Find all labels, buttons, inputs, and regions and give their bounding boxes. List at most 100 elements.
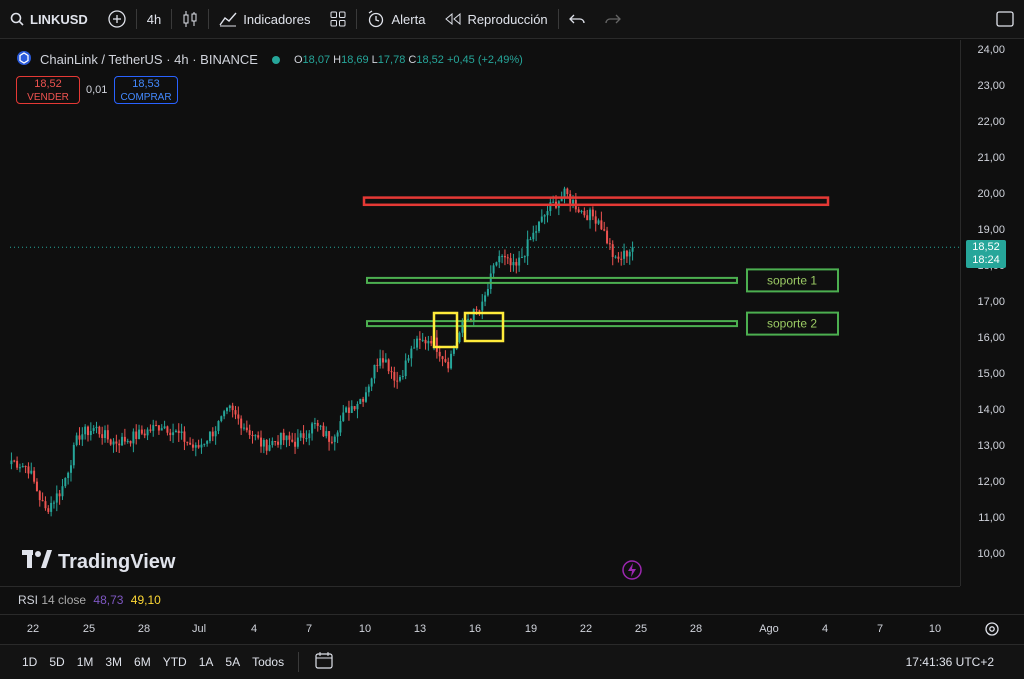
sell-button[interactable]: 18,52 VENDER xyxy=(16,76,80,104)
candle xyxy=(206,439,209,447)
candle xyxy=(373,364,376,384)
buy-button[interactable]: 18,53 COMPRAR xyxy=(114,76,178,104)
range-button[interactable]: 1M xyxy=(71,655,100,669)
interval-button[interactable]: 4h xyxy=(137,0,171,38)
candle-body xyxy=(342,412,345,422)
candle-body xyxy=(257,435,260,438)
fullscreen-button[interactable] xyxy=(986,0,1024,38)
candle xyxy=(33,467,36,484)
candle xyxy=(194,442,197,457)
clock[interactable]: 17:41:36 UTC+2 xyxy=(900,655,1024,669)
candle-body xyxy=(13,460,16,462)
candle xyxy=(225,407,228,415)
candle-body xyxy=(24,465,27,467)
alert-button[interactable]: Alerta xyxy=(357,0,435,38)
candle-body xyxy=(143,433,146,436)
rsi-pane[interactable]: RSI 14 close 48,73 49,10 xyxy=(0,586,960,615)
compare-button[interactable] xyxy=(98,0,136,38)
range-button[interactable]: 1D xyxy=(16,655,43,669)
candle-body xyxy=(430,340,433,344)
undo-button[interactable] xyxy=(559,0,595,38)
range-button[interactable]: YTD xyxy=(157,655,193,669)
time-axis[interactable]: 22 25 28 Jul 4 7 10 13 16 19 22 25 28 Ago 4 7 10 xyxy=(0,614,1024,643)
price-tick-label: 17,00 xyxy=(977,296,1005,308)
candle-body xyxy=(308,433,311,439)
candle xyxy=(72,442,75,469)
candle xyxy=(311,421,314,441)
lightning-icon[interactable] xyxy=(622,560,642,585)
range-button[interactable]: 3M xyxy=(99,655,128,669)
candle xyxy=(342,404,345,422)
candle-body xyxy=(95,426,98,429)
candle-body xyxy=(458,332,461,343)
candle xyxy=(58,490,61,505)
candle xyxy=(285,435,288,448)
candle xyxy=(163,420,166,430)
candle xyxy=(186,441,189,446)
candle xyxy=(379,349,382,369)
candle xyxy=(594,210,597,232)
candle xyxy=(135,424,138,445)
templates-button[interactable] xyxy=(320,0,356,38)
candle xyxy=(381,350,384,369)
sell-price: 18,52 xyxy=(34,78,62,90)
candle xyxy=(427,335,430,351)
candle xyxy=(577,206,580,214)
candle-body xyxy=(234,410,237,415)
calendar-range-icon[interactable] xyxy=(307,651,341,674)
candle-body xyxy=(515,262,518,266)
candle-body xyxy=(413,347,416,349)
price-tick-label: 12,00 xyxy=(977,476,1005,488)
candle xyxy=(231,402,234,418)
candle-body xyxy=(631,247,634,252)
symbol-search[interactable]: LINKUSD xyxy=(0,0,98,38)
candle xyxy=(353,405,356,411)
candle-body xyxy=(98,426,101,435)
candle-body xyxy=(191,444,194,448)
candle-body xyxy=(251,435,254,437)
candle xyxy=(430,335,433,347)
candle-body xyxy=(265,439,268,451)
indicators-button[interactable]: Indicadores xyxy=(209,0,320,38)
candle xyxy=(112,438,115,453)
replay-button[interactable]: Reproducción xyxy=(435,0,557,38)
candle xyxy=(180,423,183,440)
redo-button[interactable] xyxy=(595,0,631,38)
candle-body xyxy=(271,441,274,446)
candle-body xyxy=(203,443,206,445)
range-button[interactable]: Todos xyxy=(246,655,290,669)
settings-icon[interactable] xyxy=(984,621,1000,642)
candle xyxy=(631,241,634,261)
candle-body xyxy=(625,250,628,257)
rsi-value: 48,73 xyxy=(93,593,124,607)
candle-body xyxy=(274,441,277,443)
candle xyxy=(294,433,297,454)
candle-body xyxy=(489,273,492,290)
candle-body xyxy=(401,376,404,378)
range-button[interactable]: 1A xyxy=(193,655,220,669)
candle xyxy=(211,427,214,442)
candle-body xyxy=(316,423,319,426)
candle-body xyxy=(285,435,288,441)
candle xyxy=(44,496,47,511)
time-tick-label: 22 xyxy=(579,623,593,635)
candle-body xyxy=(353,406,356,410)
range-button[interactable]: 6M xyxy=(128,655,157,669)
range-button[interactable]: 5A xyxy=(219,655,246,669)
candle xyxy=(302,425,305,445)
legend-title: ChainLink / TetherUS · 4h · BINANCE xyxy=(40,52,258,67)
time-tick-label: 28 xyxy=(137,623,151,635)
candle-body xyxy=(614,256,617,258)
candle xyxy=(600,211,603,231)
range-button[interactable]: 5D xyxy=(43,655,70,669)
time-tick-label: 10 xyxy=(358,623,372,635)
candle xyxy=(424,336,427,350)
candle xyxy=(515,258,518,274)
candle xyxy=(608,238,611,250)
price-axis[interactable]: 24,0023,0022,0021,0020,0019,0018,0017,00… xyxy=(960,40,1024,586)
price-chart[interactable]: soporte 1 soporte 2 xyxy=(0,40,1024,582)
candle xyxy=(606,226,609,245)
chart-type-button[interactable] xyxy=(172,0,208,38)
candle xyxy=(106,424,109,443)
sell-label: VENDER xyxy=(27,92,69,103)
